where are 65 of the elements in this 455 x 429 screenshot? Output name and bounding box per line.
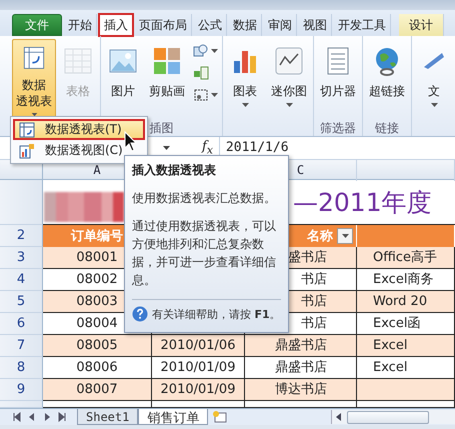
ribbon-button[interactable]: 超链接 <box>365 39 409 119</box>
table-cell: 博达书店 <box>245 379 357 401</box>
insert-sheet-icon[interactable] <box>211 410 230 424</box>
table-cell: 2010/01/06 <box>152 335 245 357</box>
table-cell: 08007 <box>43 379 152 401</box>
row-header[interactable]: 9 <box>0 379 43 401</box>
group-label: 插图 <box>150 121 174 136</box>
table-cell: Word 20 <box>357 291 455 313</box>
caret-icon <box>163 146 170 150</box>
tooltip-text: 使用数据透视表汇总数据。 <box>132 190 277 207</box>
ribbon-icon <box>193 43 209 59</box>
table-cell: Excel函 <box>357 313 455 335</box>
table-cell: 鼎盛书店 <box>245 335 357 357</box>
help-icon <box>132 306 148 322</box>
function-button[interactable]: f$_{x}$ <box>202 139 213 157</box>
group-label: 链接 <box>375 121 399 136</box>
sheet-tab[interactable]: Sheet1 <box>77 409 138 425</box>
table-cell: 08005 <box>43 335 152 357</box>
ribbon-icon <box>19 142 35 158</box>
caret-icon <box>286 103 292 107</box>
ribbon-button[interactable]: 文 <box>414 39 454 119</box>
filter-button[interactable] <box>337 228 353 244</box>
menu-item[interactable]: 数据透视表(T) <box>13 119 145 140</box>
ribbon-button[interactable]: 图表 <box>225 39 265 119</box>
ribbon-tab[interactable]: 设计 <box>399 14 444 36</box>
ribbon-button[interactable]: 数据 透视表 <box>12 39 56 119</box>
table-cell: Excel商务 <box>357 269 455 291</box>
ribbon-icon <box>19 122 35 138</box>
group-label: 筛选器 <box>320 121 356 136</box>
caret-icon <box>211 49 218 53</box>
ribbon-icon <box>193 65 209 81</box>
ribbon-button[interactable]: 迷你图 <box>267 39 311 119</box>
sheet-nav-icon[interactable] <box>12 412 22 422</box>
row-header[interactable]: 4 <box>0 269 43 291</box>
row-header[interactable]: 2 <box>0 225 43 247</box>
table-cell: 2010/01/09 <box>152 357 245 379</box>
row-header[interactable]: 6 <box>0 313 43 335</box>
scroll-left-icon[interactable] <box>335 412 343 422</box>
sheet-tab[interactable]: 销售订单 <box>138 409 208 425</box>
caret-icon <box>430 103 438 107</box>
table-cell: 鼎盛书店 <box>245 357 357 379</box>
cursor-icon <box>124 131 138 153</box>
table-cell: Office高手 <box>357 247 455 269</box>
menu-item[interactable]: 数据透视图(C) <box>13 140 145 161</box>
row-header[interactable]: 3 <box>0 247 43 269</box>
table-cell: 08006 <box>43 357 152 379</box>
ribbon-icon <box>273 45 305 77</box>
ribbon-button[interactable]: 切片器 <box>316 39 360 119</box>
sheet-nav-icon[interactable] <box>57 412 67 422</box>
row-header[interactable]: 5 <box>0 291 43 313</box>
horizontal-scrollbar[interactable] <box>331 410 455 424</box>
ribbon-tab[interactable]: 插入 <box>99 14 133 36</box>
ribbon-icon <box>151 45 183 77</box>
ribbon-button[interactable]: 剪贴画 <box>145 39 189 119</box>
caret-icon <box>211 93 218 97</box>
table-cell: Excel <box>357 335 455 357</box>
ribbon-icon <box>193 87 209 103</box>
ribbon-tab[interactable]: 文件 <box>12 14 62 36</box>
table-cell: Excel <box>357 357 455 379</box>
row-header[interactable]: 7 <box>0 335 43 357</box>
row-header[interactable]: 8 <box>0 357 43 379</box>
caret-icon <box>242 103 248 107</box>
table-cell: 2010/01/09 <box>152 379 245 401</box>
caret-icon <box>342 234 348 238</box>
sheet-title: —2011年度 <box>293 186 432 218</box>
